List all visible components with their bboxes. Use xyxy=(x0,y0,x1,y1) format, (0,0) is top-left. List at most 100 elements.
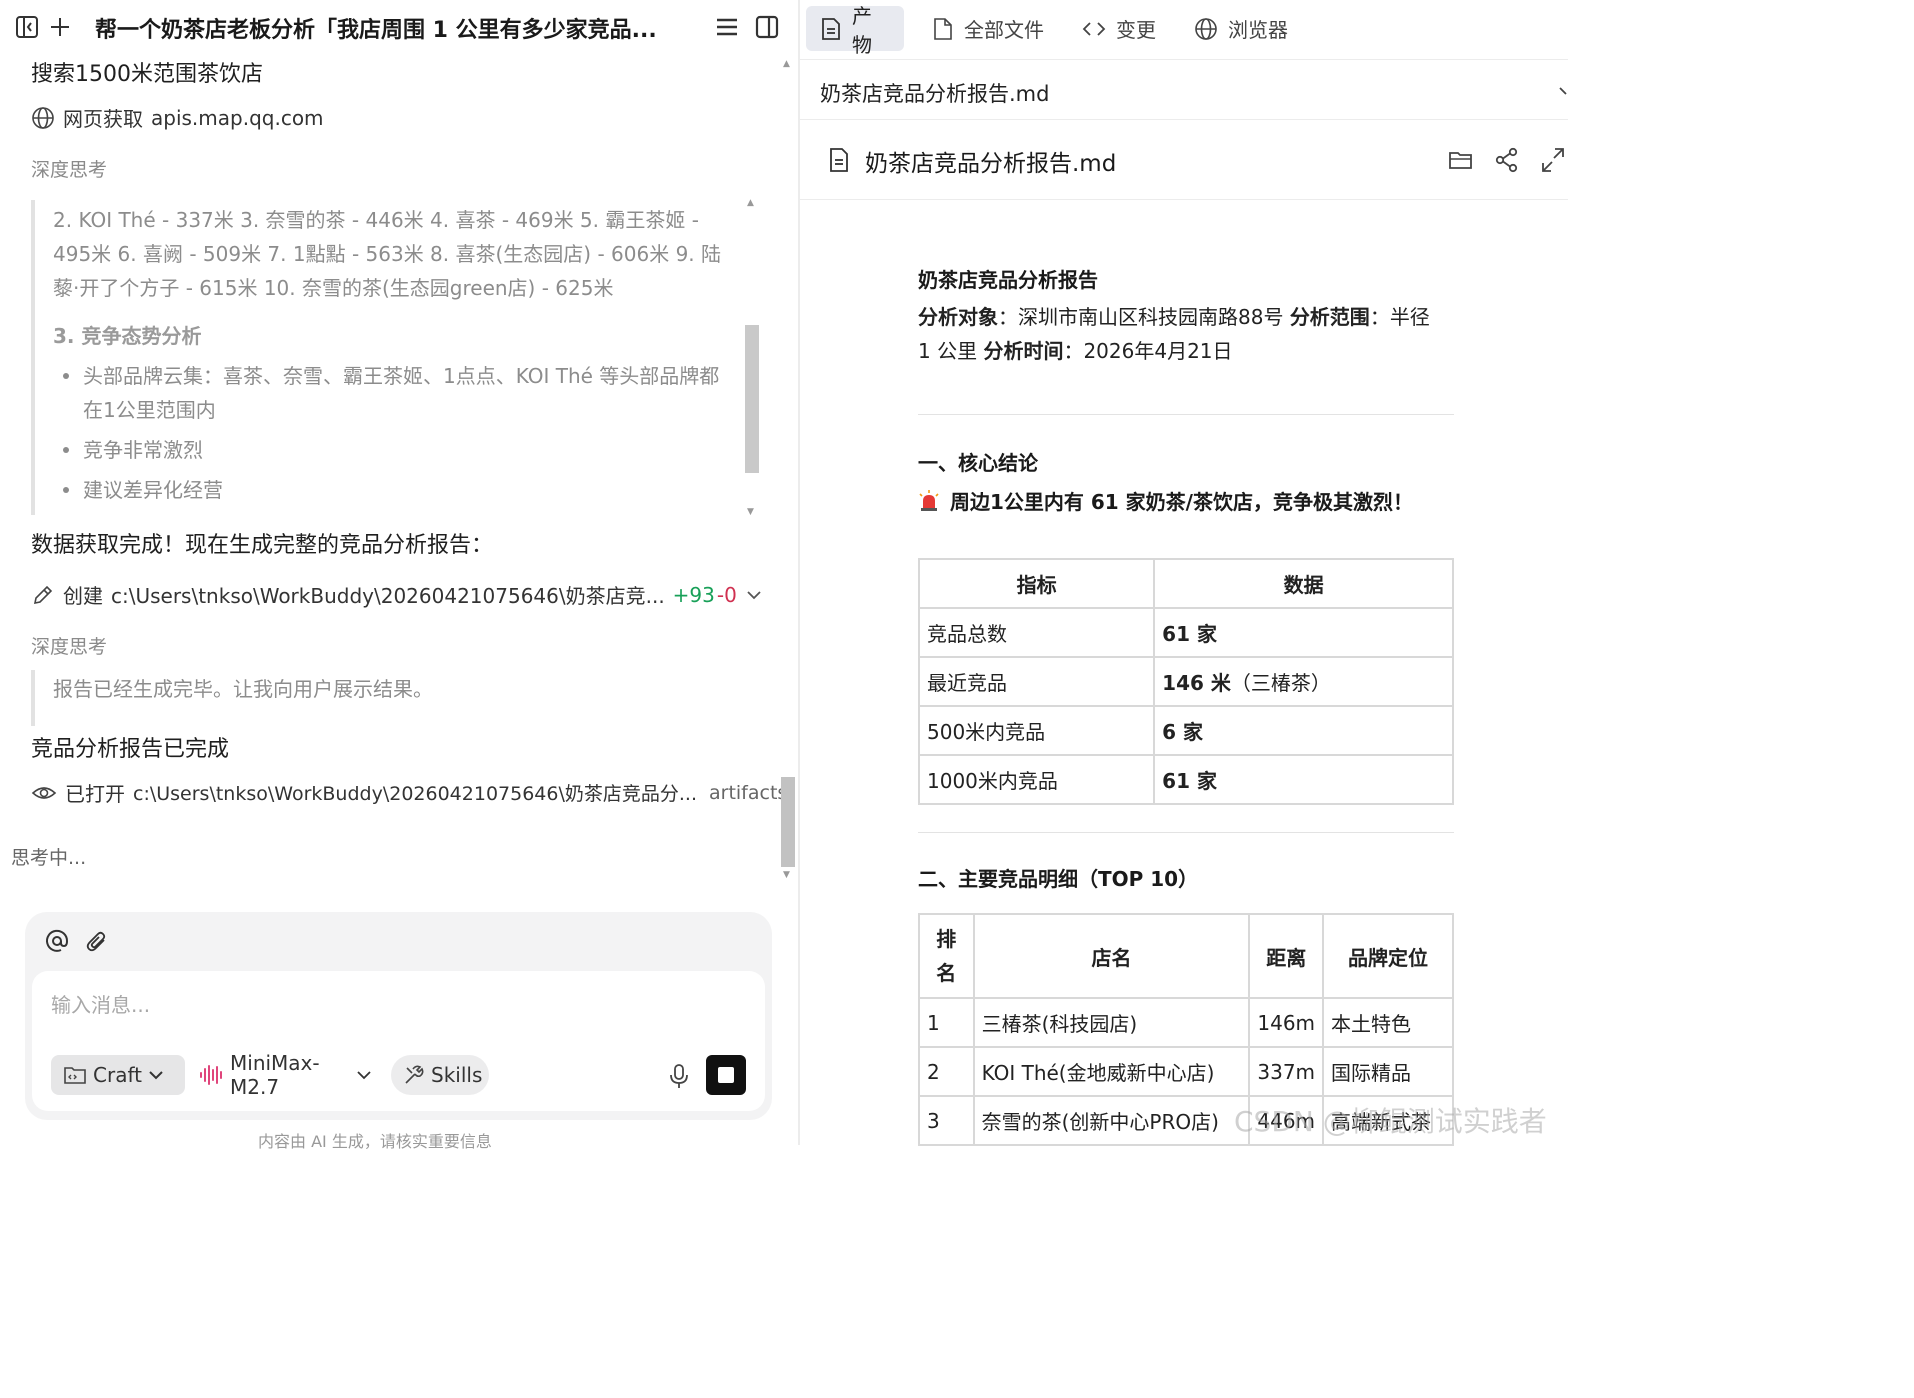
stop-button[interactable] xyxy=(706,1055,746,1095)
table-header: 排名 xyxy=(918,913,975,999)
panel-toggle-icon[interactable] xyxy=(754,14,780,40)
opened-file-line[interactable]: 已打开 c:\Users\tnkso\WorkBuddy\20260421075… xyxy=(31,778,787,807)
microphone-icon[interactable] xyxy=(668,1063,690,1089)
table-cell: KOI Thé(金地威新中心店) xyxy=(972,1046,1251,1097)
create-label: 创建 xyxy=(63,584,103,608)
think-content-box-2: 报告已经生成完毕。让我向用户展示结果。 xyxy=(31,670,743,726)
lines-added: +93 xyxy=(672,582,715,607)
tab-all-files[interactable]: 全部文件 xyxy=(918,6,1058,51)
model-select[interactable]: MiniMax-M2.7 xyxy=(186,1051,384,1099)
file-selector[interactable]: 奶茶店竞品分析报告.md xyxy=(800,62,1568,120)
report-title: 奶茶店竞品分析报告 xyxy=(918,268,1098,292)
thinking-status: 思考中... xyxy=(11,847,87,869)
table-header: 距离 xyxy=(1248,913,1325,999)
tools-icon xyxy=(403,1064,425,1086)
chat-scroll-down-icon[interactable]: ▼ xyxy=(783,870,790,880)
scroll-down-icon[interactable]: ▼ xyxy=(747,507,754,517)
core-callout: 周边1公里内有 61 家奶茶/茶饮店，竞争极其激烈！ xyxy=(918,486,1413,515)
table-cell: 1 xyxy=(918,997,975,1048)
chat-scroll-up-icon[interactable]: ▲ xyxy=(783,59,790,69)
document-header: 奶茶店竞品分析报告.md xyxy=(800,120,1568,200)
section-top10: 二、主要竞品明细（TOP 10） xyxy=(918,867,1199,891)
ai-disclaimer: 内容由 AI 生成，请核实重要信息 xyxy=(258,1132,492,1151)
opened-label: 已打开 xyxy=(65,782,125,806)
think-ranking-text: 2. KOI Thé - 337米 3. 奈雪的茶 - 446米 4. 喜茶 -… xyxy=(53,208,722,300)
web-fetch-line[interactable]: 网页获取 apis.map.qq.com xyxy=(31,103,324,132)
table-cell: 3 xyxy=(918,1095,975,1146)
opened-path: c:\Users\tnkso\WorkBuddy\20260421075646\… xyxy=(133,783,697,805)
tab-changes[interactable]: 变更 xyxy=(1068,6,1170,51)
table-cell: 6 家 xyxy=(1153,705,1454,756)
chevron-down-icon[interactable] xyxy=(745,586,763,604)
think-scrollbar[interactable] xyxy=(745,325,759,473)
list-item: 建议差异化经营 xyxy=(53,473,725,507)
tab-label: 变更 xyxy=(1116,18,1156,42)
scroll-up-icon[interactable]: ▲ xyxy=(747,198,754,208)
tab-label: 浏览器 xyxy=(1228,18,1288,42)
watermark: CSDN @柳鲲测试实践者 xyxy=(1234,1105,1547,1138)
table-row: 最近竞品 146 米（三椿茶） xyxy=(917,656,1454,707)
message-placeholder: 输入消息... xyxy=(51,993,151,1017)
table-header: 指标 xyxy=(917,558,1156,609)
table-cell: 61 家 xyxy=(1153,607,1454,658)
mode-select[interactable]: Craft xyxy=(51,1055,185,1095)
table-header: 数据 xyxy=(1153,558,1454,609)
section-core-conclusion: 一、核心结论 xyxy=(918,451,1038,475)
eye-icon xyxy=(31,781,57,805)
skills-label: Skills xyxy=(431,1063,483,1087)
divider xyxy=(918,832,1454,833)
deep-think-label-2[interactable]: 深度思考 xyxy=(31,632,107,659)
model-label: MiniMax-M2.7 xyxy=(230,1051,320,1099)
expand-icon[interactable] xyxy=(1540,146,1568,174)
tab-artifacts[interactable]: 产物 xyxy=(806,4,904,57)
table-cell: 国际精品 xyxy=(1322,1046,1454,1097)
chevron-down-icon xyxy=(356,1067,372,1083)
table-cell: 146 米（三椿茶） xyxy=(1153,656,1454,707)
chevron-down-icon[interactable] xyxy=(1558,84,1570,98)
table-cell: 2 xyxy=(918,1046,975,1097)
think-section-title: 3. 竞争态势分析 xyxy=(53,324,202,348)
open-folder-icon[interactable] xyxy=(1447,146,1475,174)
skills-button[interactable]: Skills xyxy=(391,1055,489,1095)
divider xyxy=(918,414,1454,415)
mention-icon[interactable] xyxy=(45,929,69,953)
meta-target-label: 分析对象 xyxy=(918,305,998,329)
document-name: 奶茶店竞品分析报告.md xyxy=(865,151,1117,177)
table-cell: 337m xyxy=(1248,1046,1325,1097)
create-file-line[interactable]: 创建 c:\Users\tnkso\WorkBuddy\202604210756… xyxy=(31,580,763,609)
lines-removed: -0 xyxy=(716,582,737,607)
mode-label: Craft xyxy=(93,1063,142,1087)
file-icon xyxy=(932,17,954,41)
new-chat-icon[interactable] xyxy=(47,14,73,40)
table-row: 1000米内竞品 61 家 xyxy=(917,754,1454,805)
attachment-icon[interactable] xyxy=(85,929,109,953)
table-cell: 竞品总数 xyxy=(917,607,1156,658)
menu-icon[interactable] xyxy=(714,14,740,40)
table-cell: 本土特色 xyxy=(1322,997,1454,1048)
table-header: 店名 xyxy=(972,913,1251,999)
artifacts-tag[interactable]: artifacts xyxy=(709,782,787,804)
sidebar-toggle-icon[interactable] xyxy=(14,14,40,40)
share-icon[interactable] xyxy=(1493,146,1521,174)
page-title: 帮一个奶茶店老板分析「我店周围 1 公里有多少家竞品... xyxy=(95,18,657,43)
table-cell: 1000米内竞品 xyxy=(917,754,1156,805)
document-icon xyxy=(828,147,850,173)
globe-icon xyxy=(1194,17,1218,41)
meta-target: 深圳市南山区科技园南路88号 xyxy=(1018,305,1284,329)
think-bullet-list: 头部品牌云集：喜茶、奈雪、霸王茶姬、1点点、KOI Thé 等头部品牌都在1公里… xyxy=(53,359,725,507)
chat-scrollbar[interactable] xyxy=(781,777,795,867)
globe-icon xyxy=(31,106,55,130)
tab-browser[interactable]: 浏览器 xyxy=(1180,6,1302,51)
chevron-down-icon xyxy=(148,1067,164,1083)
pencil-icon xyxy=(31,583,55,607)
table-cell: 三椿茶(科技园店) xyxy=(972,997,1251,1048)
meta-range-label: 分析范围 xyxy=(1289,305,1370,329)
tab-label: 全部文件 xyxy=(964,18,1044,42)
deep-think-label[interactable]: 深度思考 xyxy=(31,155,107,182)
report-done-message: 竞品分析报告已完成 xyxy=(31,737,230,762)
table-row: 2 KOI Thé(金地威新中心店) 337m 国际精品 xyxy=(918,1046,1454,1097)
create-path: c:\Users\tnkso\WorkBuddy\20260421075646\… xyxy=(111,584,665,608)
table-header-row: 排名 店名 距离 品牌定位 xyxy=(918,913,1454,999)
list-item: 竞争非常激烈 xyxy=(53,433,725,467)
table-row: 竞品总数 61 家 xyxy=(917,607,1454,658)
